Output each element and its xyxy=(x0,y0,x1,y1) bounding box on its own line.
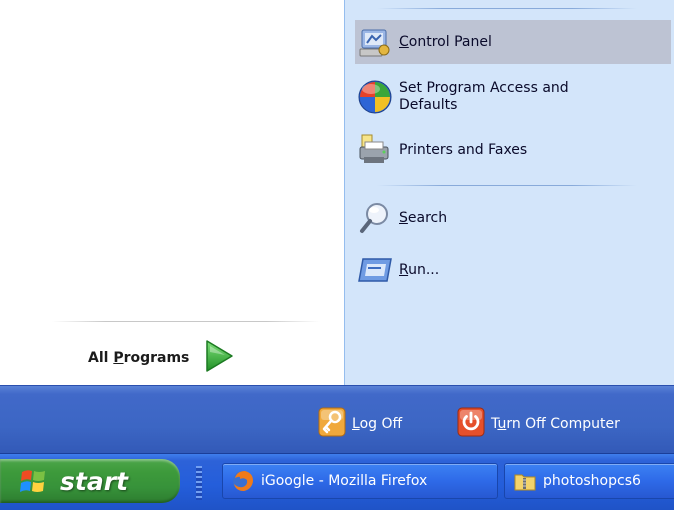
arrow-right-icon xyxy=(203,339,235,377)
all-programs-button[interactable]: All Programs xyxy=(88,338,235,378)
log-off-label: Log Off xyxy=(352,416,403,432)
set-program-access-item[interactable]: Set Program Access and Defaults xyxy=(355,72,671,122)
taskbar-button-firefox-label: iGoogle - Mozilla Firefox xyxy=(261,473,428,489)
turn-off-computer-button[interactable]: Turn Off Computer xyxy=(457,407,620,441)
run-item[interactable]: Run... xyxy=(355,250,671,290)
control-panel-icon xyxy=(355,24,395,60)
run-icon xyxy=(355,252,395,288)
taskbar-button-firefox[interactable]: iGoogle - Mozilla Firefox xyxy=(222,463,498,499)
printers-and-faxes-label: Printers and Faxes xyxy=(399,141,528,158)
firefox-icon xyxy=(231,469,255,493)
windows-logo-icon xyxy=(355,79,395,115)
printer-icon xyxy=(355,132,395,168)
run-label: Run... xyxy=(399,261,440,278)
folder-zip-icon xyxy=(513,469,537,493)
start-button[interactable]: start xyxy=(0,459,180,503)
log-off-button[interactable]: Log Off xyxy=(318,407,403,441)
right-pane-top-separator xyxy=(377,8,637,9)
start-menu-footer: Log Off Turn Off Computer xyxy=(0,385,674,454)
control-panel-item[interactable]: Control Panel xyxy=(355,20,671,64)
power-icon xyxy=(457,407,485,441)
right-pane-mid-separator xyxy=(377,185,637,186)
start-menu-right-pane: Control Panel Set Program Access and Defa… xyxy=(344,0,674,385)
taskbar: start iGoogle - Mozilla Firefox photosho… xyxy=(0,453,674,510)
taskbar-button-photoshopcs6[interactable]: photoshopcs6 xyxy=(504,463,674,499)
all-programs-label: All Programs xyxy=(88,350,190,366)
start-menu-left-pane: All Programs xyxy=(0,0,344,385)
search-icon xyxy=(355,200,395,236)
taskbar-button-photoshopcs6-label: photoshopcs6 xyxy=(543,473,641,489)
key-icon xyxy=(318,407,346,441)
start-label: start xyxy=(60,466,128,496)
windows-flag-icon xyxy=(20,468,48,494)
set-program-access-label: Set Program Access and Defaults xyxy=(399,80,569,113)
search-label: Search xyxy=(399,209,448,226)
search-item[interactable]: Search xyxy=(355,198,671,238)
printers-and-faxes-item[interactable]: Printers and Faxes xyxy=(355,130,671,170)
left-pane-separator xyxy=(52,321,320,322)
turn-off-computer-label: Turn Off Computer xyxy=(491,416,620,432)
taskbar-grip[interactable] xyxy=(196,466,202,500)
control-panel-label: Control Panel xyxy=(399,33,492,50)
